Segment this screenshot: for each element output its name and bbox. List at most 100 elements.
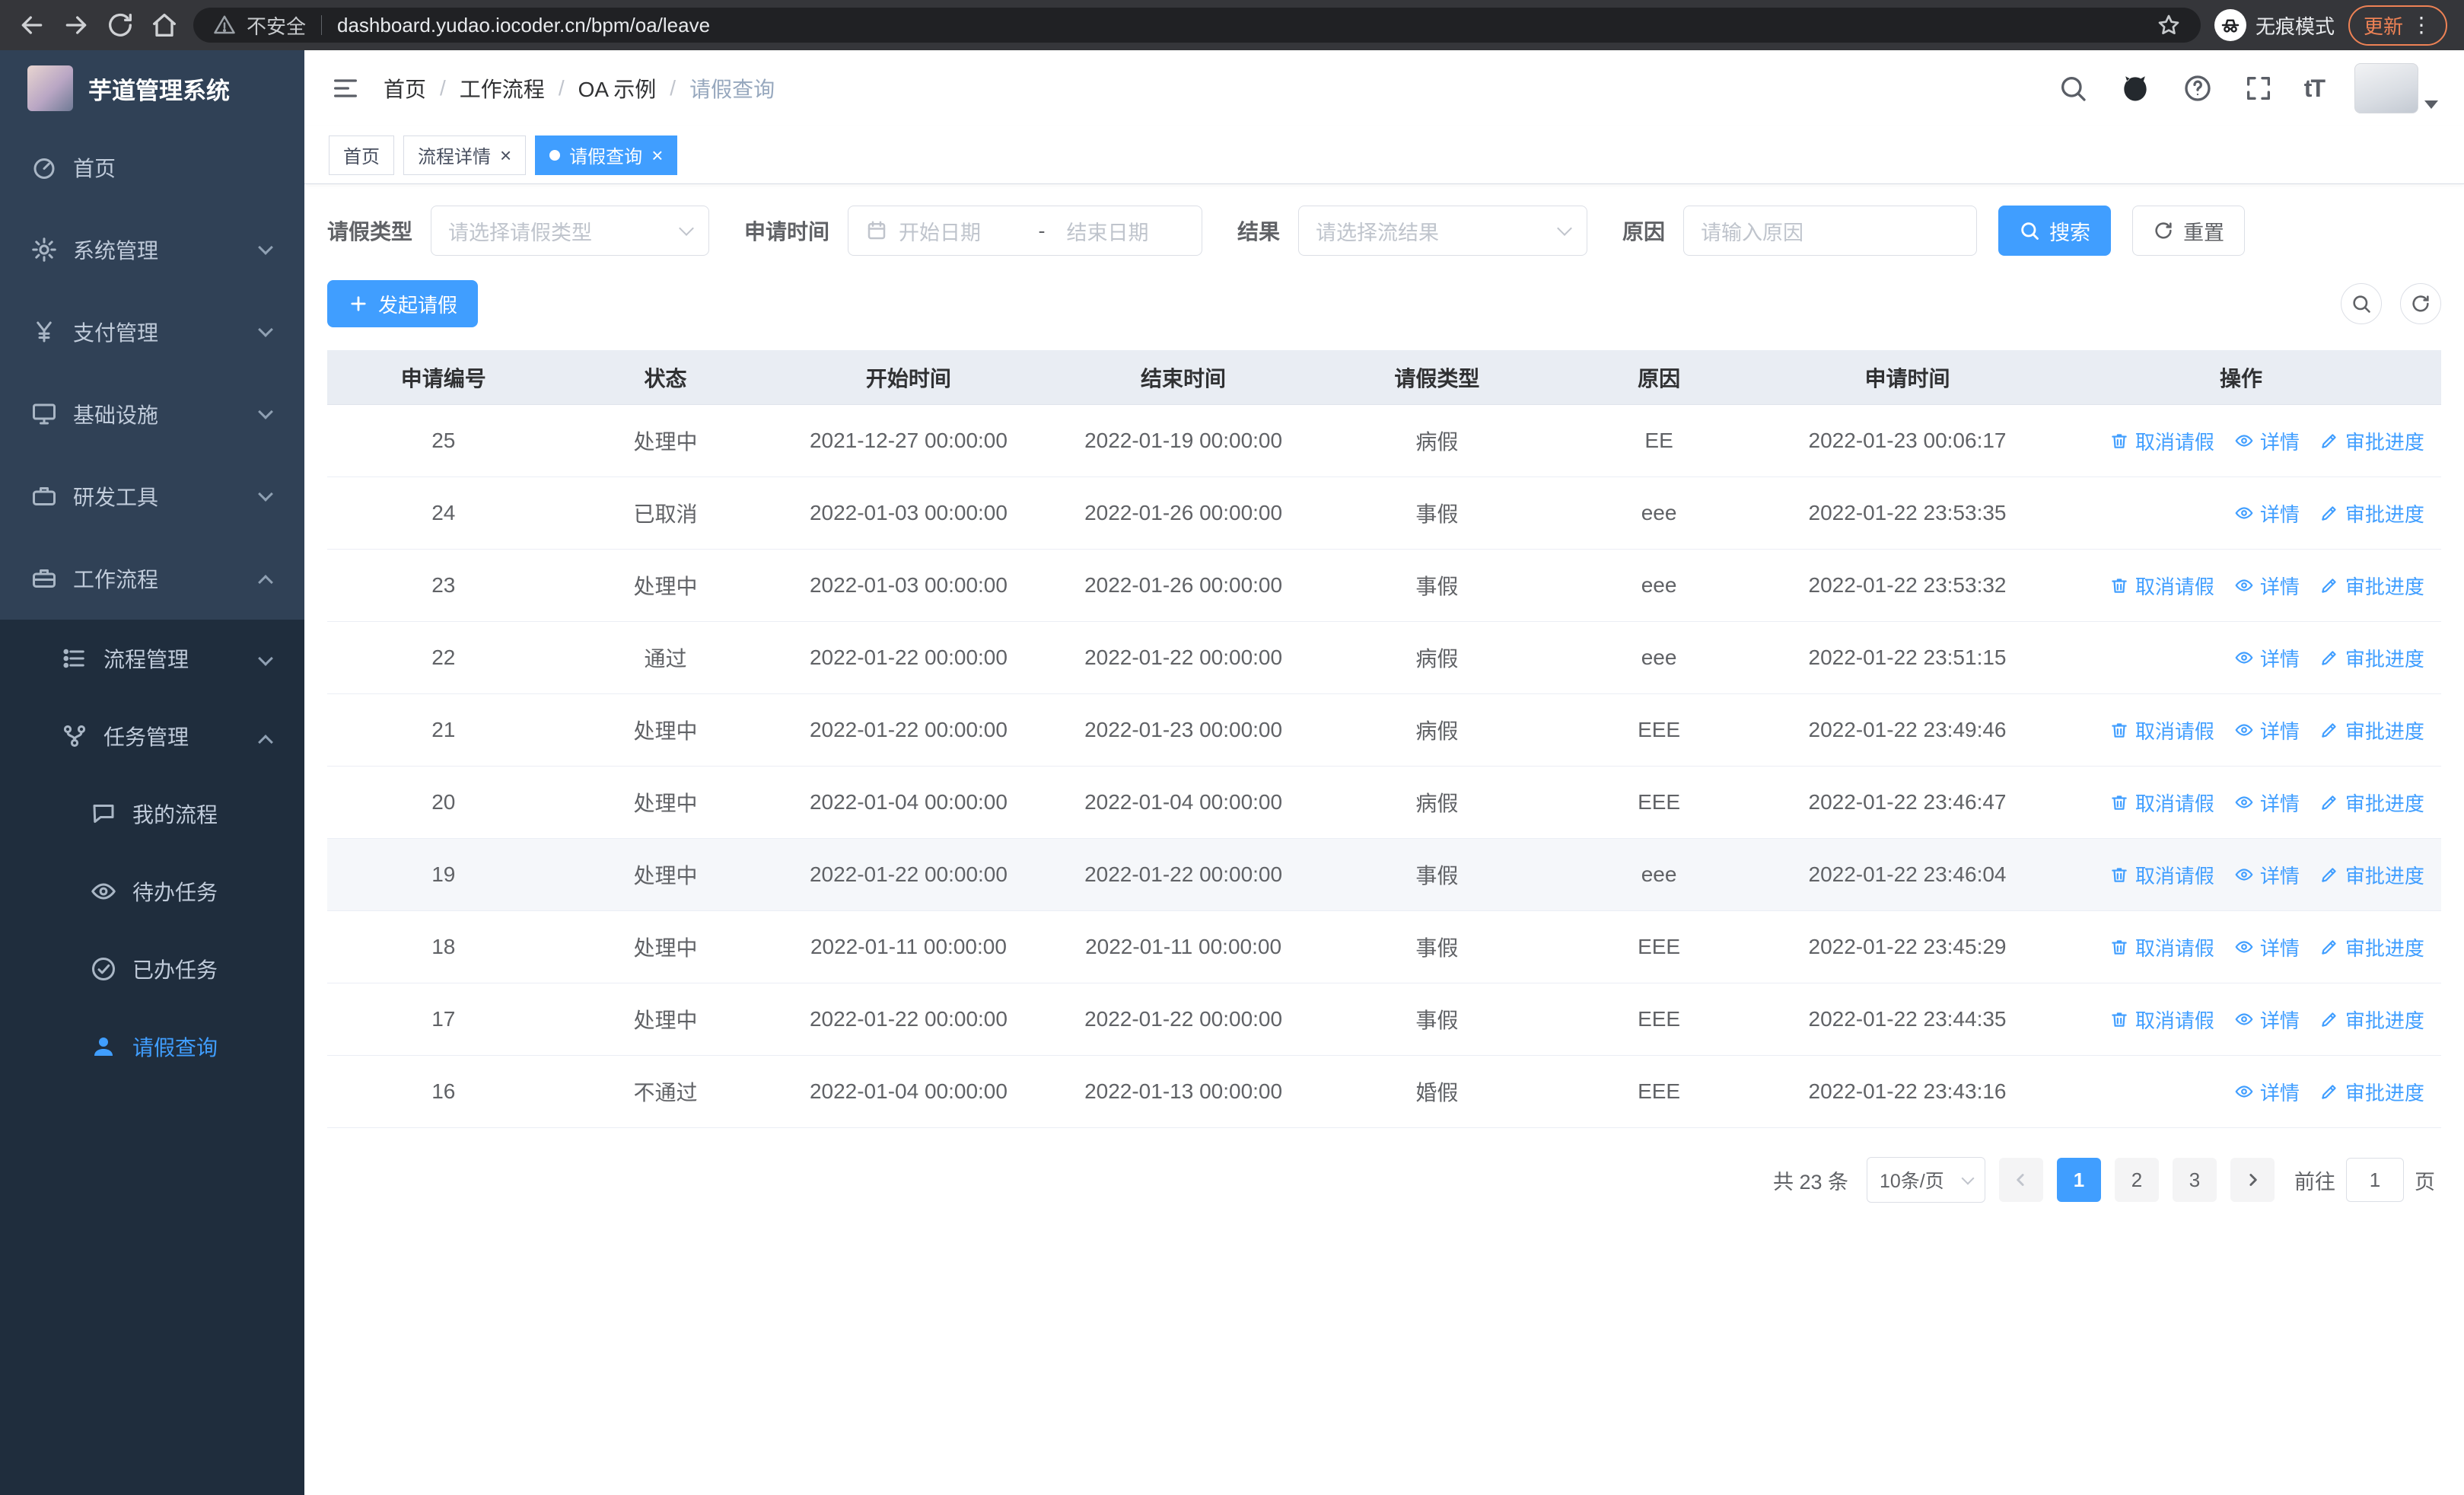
bookmark-star-icon[interactable] bbox=[2157, 13, 2181, 37]
table-row[interactable]: 21 处理中 2022-01-22 00:00:00 2022-01-23 00:00… bbox=[327, 694, 2441, 767]
sidebar-item-payment-mgmt[interactable]: 支付管理 bbox=[0, 291, 304, 373]
approval-progress-link[interactable]: 审批进度 bbox=[2319, 644, 2424, 672]
approval-progress-link[interactable]: 审批进度 bbox=[2319, 789, 2424, 817]
leave-table: 申请编号 状态 开始时间 结束时间 请假类型 原因 申请时间 操作 25 处理中 2021-12-… bbox=[327, 350, 2441, 1128]
cancel-leave-link[interactable]: 取消请假 bbox=[2109, 716, 2214, 744]
security-label[interactable]: 不安全 bbox=[247, 11, 306, 40]
detail-link[interactable]: 详情 bbox=[2234, 933, 2300, 961]
detail-link[interactable]: 详情 bbox=[2234, 644, 2300, 672]
table-row[interactable]: 22 通过 2022-01-22 00:00:00 2022-01-22 00:00:… bbox=[327, 622, 2441, 694]
tab-请假查询[interactable]: 请假查询 × bbox=[535, 135, 678, 175]
page-button-3[interactable]: 3 bbox=[2173, 1158, 2217, 1202]
fullscreen-icon[interactable] bbox=[2243, 73, 2274, 104]
detail-link[interactable]: 详情 bbox=[2234, 572, 2300, 600]
browser-forward-icon[interactable] bbox=[61, 10, 91, 40]
table-row[interactable]: 25 处理中 2021-12-27 00:00:00 2022-01-19 00:00… bbox=[327, 405, 2441, 477]
next-page-button[interactable] bbox=[2230, 1158, 2275, 1202]
search-icon[interactable] bbox=[2058, 73, 2088, 104]
table-row[interactable]: 18 处理中 2022-01-11 00:00:00 2022-01-11 00:00… bbox=[327, 911, 2441, 983]
table-row[interactable]: 23 处理中 2022-01-03 00:00:00 2022-01-26 00:00… bbox=[327, 550, 2441, 622]
close-icon[interactable]: × bbox=[651, 145, 663, 165]
cancel-leave-link[interactable]: 取消请假 bbox=[2109, 572, 2214, 600]
sidebar-item-dev-tools[interactable]: 研发工具 bbox=[0, 455, 304, 537]
detail-link[interactable]: 详情 bbox=[2234, 1006, 2300, 1034]
table-row[interactable]: 19 处理中 2022-01-22 00:00:00 2022-01-22 00:00… bbox=[327, 839, 2441, 911]
browser-reload-icon[interactable] bbox=[105, 10, 135, 40]
leave-type-select[interactable]: 请选择请假类型 bbox=[431, 206, 710, 256]
table-row[interactable]: 20 处理中 2022-01-04 00:00:00 2022-01-04 00:00… bbox=[327, 767, 2441, 839]
sidebar-item-infrastructure[interactable]: 基础设施 bbox=[0, 373, 304, 455]
page-button-2[interactable]: 2 bbox=[2115, 1158, 2159, 1202]
chevron-left-icon bbox=[2011, 1170, 2031, 1190]
reason-input[interactable]: 请输入原因 bbox=[1683, 206, 1978, 256]
approval-progress-link[interactable]: 审批进度 bbox=[2319, 716, 2424, 744]
sidebar-item-workflow[interactable]: 工作流程 bbox=[0, 537, 304, 620]
table-row[interactable]: 16 不通过 2022-01-04 00:00:00 2022-01-13 00:00… bbox=[327, 1056, 2441, 1128]
sidebar-item-leave-query[interactable]: 请假查询 bbox=[0, 1008, 304, 1085]
cell-id: 23 bbox=[431, 573, 456, 597]
user-menu[interactable] bbox=[2354, 63, 2438, 113]
font-size-icon[interactable]: tT bbox=[2304, 75, 2326, 103]
cancel-leave-link[interactable]: 取消请假 bbox=[2109, 1006, 2214, 1034]
cancel-leave-link[interactable]: 取消请假 bbox=[2109, 861, 2214, 889]
detail-link[interactable]: 详情 bbox=[2234, 861, 2300, 889]
browser-update-button[interactable]: 更新 ⋮ bbox=[2348, 5, 2447, 46]
sidebar-item-task-mgmt[interactable]: 任务管理 bbox=[0, 697, 304, 775]
address-bar[interactable]: 不安全 dashboard.yudao.iocoder.cn/bpm/oa/le… bbox=[193, 8, 2201, 43]
close-icon[interactable]: × bbox=[500, 145, 511, 165]
avatar[interactable] bbox=[2354, 63, 2418, 113]
sidebar-item-system-mgmt[interactable]: 系统管理 bbox=[0, 209, 304, 291]
detail-link[interactable]: 详情 bbox=[2234, 1078, 2300, 1106]
approval-progress-link[interactable]: 审批进度 bbox=[2319, 1006, 2424, 1034]
table-row[interactable]: 24 已取消 2022-01-03 00:00:00 2022-01-26 00:00… bbox=[327, 477, 2441, 550]
sidebar-item-my-process[interactable]: 我的流程 bbox=[0, 775, 304, 853]
sidebar-item-home[interactable]: 首页 bbox=[0, 126, 304, 209]
sidebar-item-process-mgmt[interactable]: 流程管理 bbox=[0, 620, 304, 697]
detail-link[interactable]: 详情 bbox=[2234, 789, 2300, 817]
approval-progress-link[interactable]: 审批进度 bbox=[2319, 933, 2424, 961]
result-select[interactable]: 请选择流结果 bbox=[1298, 206, 1588, 256]
sidebar-item-todo-tasks[interactable]: 待办任务 bbox=[0, 853, 304, 930]
browser-menu-icon[interactable]: ⋮ bbox=[2411, 14, 2432, 36]
apply-time-range-picker[interactable]: 开始日期 - 结束日期 bbox=[848, 206, 1203, 256]
detail-link[interactable]: 详情 bbox=[2234, 427, 2300, 455]
cancel-leave-link[interactable]: 取消请假 bbox=[2109, 427, 2214, 455]
approval-progress-link[interactable]: 审批进度 bbox=[2319, 861, 2424, 889]
goto-page-input[interactable]: 1 bbox=[2346, 1158, 2404, 1202]
approval-progress-link[interactable]: 审批进度 bbox=[2319, 572, 2424, 600]
tab-首页[interactable]: 首页 bbox=[329, 135, 394, 175]
approval-progress-link[interactable]: 审批进度 bbox=[2319, 499, 2424, 528]
approval-progress-link[interactable]: 审批进度 bbox=[2319, 427, 2424, 455]
tab-流程详情[interactable]: 流程详情 × bbox=[403, 135, 527, 175]
detail-link[interactable]: 详情 bbox=[2234, 499, 2300, 528]
page-button-1[interactable]: 1 bbox=[2057, 1158, 2101, 1202]
breadcrumb-item[interactable]: 工作流程 bbox=[460, 73, 545, 104]
reset-button[interactable]: 重置 bbox=[2132, 206, 2246, 256]
approval-progress-link[interactable]: 审批进度 bbox=[2319, 1078, 2424, 1106]
cell-reason: eee bbox=[1641, 862, 1677, 886]
toggle-search-button[interactable] bbox=[2341, 283, 2382, 324]
table-row[interactable]: 17 处理中 2022-01-22 00:00:00 2022-01-22 00:00… bbox=[327, 983, 2441, 1056]
sidebar-item-done-tasks[interactable]: 已办任务 bbox=[0, 930, 304, 1008]
cancel-leave-link-label: 取消请假 bbox=[2135, 719, 2214, 743]
github-icon[interactable] bbox=[2119, 72, 2152, 105]
app-title: 芋道管理系统 bbox=[88, 77, 230, 104]
cancel-leave-link[interactable]: 取消请假 bbox=[2109, 789, 2214, 817]
browser-home-icon[interactable] bbox=[149, 10, 180, 40]
cancel-leave-link[interactable]: 取消请假 bbox=[2109, 933, 2214, 961]
hamburger-icon[interactable] bbox=[330, 73, 361, 104]
tab-label: 流程详情 bbox=[418, 147, 491, 167]
page-size-select[interactable]: 10条/页 bbox=[1867, 1157, 1985, 1203]
browser-back-icon[interactable] bbox=[17, 10, 47, 40]
help-icon[interactable] bbox=[2182, 73, 2213, 104]
refresh-table-button[interactable] bbox=[2400, 283, 2441, 324]
cancel-leave-link-label: 取消请假 bbox=[2135, 430, 2214, 454]
search-button[interactable]: 搜索 bbox=[1998, 206, 2112, 256]
url-text[interactable]: dashboard.yudao.iocoder.cn/bpm/oa/leave bbox=[337, 14, 2146, 37]
detail-link[interactable]: 详情 bbox=[2234, 716, 2300, 744]
breadcrumb-item[interactable]: OA 示例 bbox=[578, 73, 657, 104]
prev-page-button[interactable] bbox=[1999, 1158, 2043, 1202]
create-leave-button[interactable]: 发起请假 bbox=[327, 280, 479, 327]
breadcrumb-item[interactable]: 首页 bbox=[384, 73, 426, 104]
edit-icon bbox=[2319, 575, 2339, 595]
